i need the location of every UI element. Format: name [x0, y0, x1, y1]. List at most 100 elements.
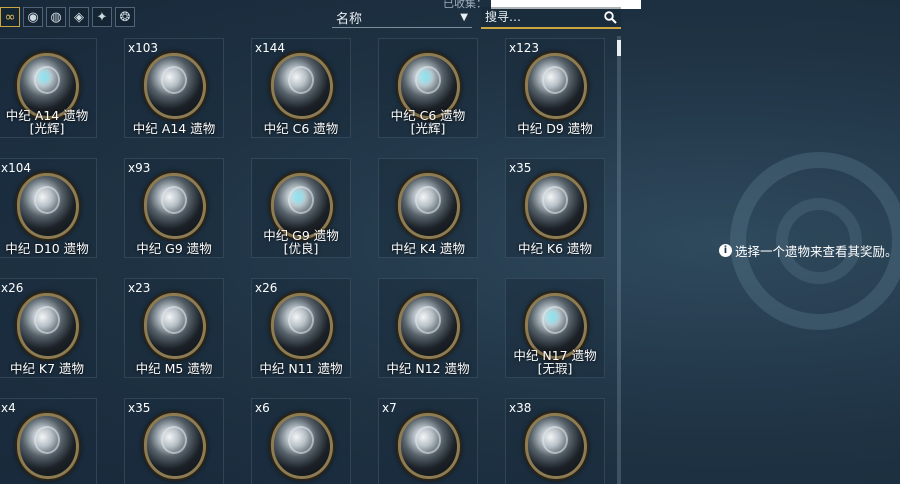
- relic-tile[interactable]: x35 中纪 K6 遗物: [505, 158, 605, 258]
- relic-icon: [271, 293, 333, 359]
- search-icon[interactable]: [604, 10, 617, 24]
- relic-grid-viewport: 中纪 A14 遗物 [光辉] x103 中纪 A14 遗物 x144 中纪 C6 遗物 中纪…: [0, 36, 614, 484]
- relic-icon: [525, 413, 587, 479]
- relic-icon: [525, 173, 587, 239]
- relic-refinement: [光辉]: [410, 121, 446, 136]
- relic-name: 中纪 M5 遗物: [125, 362, 223, 375]
- relic-name: 中纪 K6 遗物: [506, 242, 604, 255]
- relic-count: x23: [128, 281, 151, 295]
- relic-icon: [17, 293, 79, 359]
- relic-count: x35: [509, 161, 532, 175]
- relic-count: x104: [1, 161, 32, 175]
- filter-neo-icon[interactable]: ◈: [69, 7, 89, 27]
- relic-tile[interactable]: 中纪 C6 遗物 [光辉]: [378, 38, 478, 138]
- relic-count: x6: [255, 401, 270, 415]
- relic-icon: [271, 53, 333, 119]
- relic-grid: 中纪 A14 遗物 [光辉] x103 中纪 A14 遗物 x144 中纪 C6 遗物 中纪…: [0, 38, 605, 484]
- relic-name: 中纪 D10 遗物: [0, 242, 96, 255]
- chevron-down-icon: ▼: [460, 12, 468, 23]
- scrollbar[interactable]: [617, 36, 621, 484]
- relic-icon: [144, 173, 206, 239]
- relic-name-text: 中纪 K6 遗物: [517, 241, 593, 256]
- relic-name-text: 中纪 G9 遗物: [136, 241, 212, 256]
- relic-name-text: 中纪 M5 遗物: [135, 361, 213, 376]
- relic-count: x35: [128, 401, 151, 415]
- relic-name: 中纪 C6 遗物 [光辉]: [379, 109, 477, 135]
- filter-lith-icon[interactable]: ◉: [23, 7, 43, 27]
- relic-tile[interactable]: x144 中纪 C6 遗物: [251, 38, 351, 138]
- relic-count: x144: [255, 41, 286, 55]
- sort-dropdown[interactable]: 名称 ▼: [332, 8, 472, 28]
- relic-icon: [398, 413, 460, 479]
- relic-refinement: [光辉]: [29, 121, 65, 136]
- relic-name: 中纪 N17 遗物 [无瑕]: [506, 349, 604, 375]
- relic-refinement: [优良]: [283, 241, 319, 256]
- relic-name-text: 中纪 A14 遗物: [132, 121, 216, 136]
- relic-tile[interactable]: 中纪 G9 遗物 [优良]: [251, 158, 351, 258]
- relic-name: 中纪 A14 遗物: [125, 122, 223, 135]
- relic-tile[interactable]: x6: [251, 398, 351, 484]
- relic-name-text: 中纪 K7 遗物: [9, 361, 85, 376]
- relic-tile[interactable]: x26 中纪 N11 遗物: [251, 278, 351, 378]
- relic-icon: [17, 173, 79, 239]
- relic-name-text: 中纪 D10 遗物: [5, 241, 89, 256]
- filter-bar: ∞ ◉ ◍ ◈ ✦ ❂: [0, 7, 135, 29]
- relic-tile[interactable]: x93 中纪 G9 遗物: [124, 158, 224, 258]
- relic-count: x103: [128, 41, 159, 55]
- relic-name: 中纪 K4 遗物: [379, 242, 477, 255]
- reward-hint-text: 选择一个遗物来查看其奖励。: [735, 244, 898, 259]
- relic-count: x93: [128, 161, 151, 175]
- relic-name-text: 中纪 N11 遗物: [259, 361, 343, 376]
- relic-name: 中纪 G9 遗物 [优良]: [252, 229, 350, 255]
- relic-refinement: [无瑕]: [537, 361, 573, 376]
- relic-tile[interactable]: 中纪 N17 遗物 [无瑕]: [505, 278, 605, 378]
- relic-count: x26: [1, 281, 24, 295]
- relic-tile[interactable]: x23 中纪 M5 遗物: [124, 278, 224, 378]
- relic-count: x7: [382, 401, 397, 415]
- relic-count: x123: [509, 41, 540, 55]
- relic-name-text: 中纪 K4 遗物: [390, 241, 466, 256]
- relic-icon: [398, 293, 460, 359]
- relic-name-text: 中纪 D9 遗物: [517, 121, 593, 136]
- reward-hint: i 选择一个遗物来查看其奖励。: [719, 241, 898, 260]
- relic-icon: [144, 413, 206, 479]
- relic-icon: [17, 413, 79, 479]
- relic-name: 中纪 A14 遗物 [光辉]: [0, 109, 96, 135]
- relic-name-text: 中纪 C6 遗物: [263, 121, 339, 136]
- relic-tile[interactable]: 中纪 N12 遗物: [378, 278, 478, 378]
- relic-tile[interactable]: x26 中纪 K7 遗物: [0, 278, 97, 378]
- relic-icon: [398, 173, 460, 239]
- relic-name: 中纪 G9 遗物: [125, 242, 223, 255]
- search-box[interactable]: [481, 7, 621, 29]
- relic-icon: [144, 53, 206, 119]
- relic-count: x4: [1, 401, 16, 415]
- filter-meso-icon[interactable]: ◍: [46, 7, 66, 27]
- relic-count: x26: [255, 281, 278, 295]
- relic-name: 中纪 K7 遗物: [0, 362, 96, 375]
- relic-name: 中纪 N12 遗物: [379, 362, 477, 375]
- relic-tile[interactable]: x103 中纪 A14 遗物: [124, 38, 224, 138]
- relic-tile[interactable]: x4: [0, 398, 97, 484]
- relic-icon: [271, 413, 333, 479]
- relic-tile[interactable]: x38: [505, 398, 605, 484]
- filter-requiem-icon[interactable]: ❂: [115, 7, 135, 27]
- relic-tile[interactable]: 中纪 K4 遗物: [378, 158, 478, 258]
- relic-icon: [525, 53, 587, 119]
- relic-tile[interactable]: x123 中纪 D9 遗物: [505, 38, 605, 138]
- relic-name: 中纪 D9 遗物: [506, 122, 604, 135]
- relic-tile[interactable]: x35: [124, 398, 224, 484]
- relic-name-text: 中纪 N12 遗物: [386, 361, 470, 376]
- info-icon: i: [719, 244, 732, 257]
- relic-tile[interactable]: x7: [378, 398, 478, 484]
- relic-name: 中纪 N11 遗物: [252, 362, 350, 375]
- filter-all-icon[interactable]: ∞: [0, 7, 20, 27]
- relic-name: 中纪 C6 遗物: [252, 122, 350, 135]
- relic-tile[interactable]: x104 中纪 D10 遗物: [0, 158, 97, 258]
- relic-icon: [144, 293, 206, 359]
- relic-tile[interactable]: 中纪 A14 遗物 [光辉]: [0, 38, 97, 138]
- search-input[interactable]: [485, 10, 595, 24]
- relic-count: x38: [509, 401, 532, 415]
- scroll-thumb[interactable]: [617, 40, 621, 56]
- filter-axi-icon[interactable]: ✦: [92, 7, 112, 27]
- sort-selected-value: 名称: [336, 12, 363, 27]
